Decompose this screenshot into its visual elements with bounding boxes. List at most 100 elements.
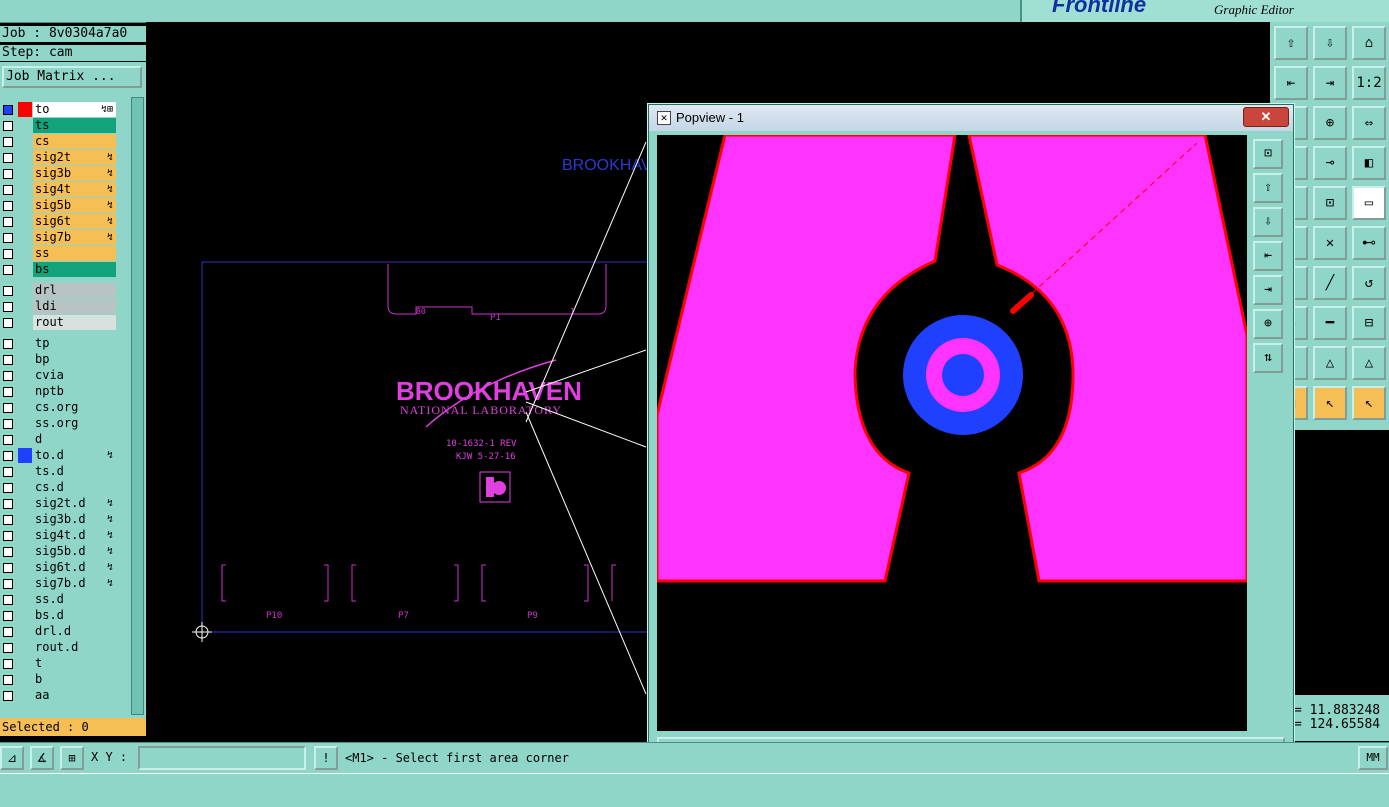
layer-row-sig7b.d[interactable]: sig7b.d ↯ [0, 576, 118, 591]
layer-row-sig3b[interactable]: sig3b ↯ [0, 166, 118, 181]
tool-button-1[interactable]: ⇩ [1313, 26, 1347, 60]
popview-tool-right[interactable]: ⇥ [1253, 275, 1283, 305]
tool-button-26[interactable]: △ [1352, 346, 1386, 380]
layer-row-b[interactable]: b [0, 672, 118, 687]
layer-row-aa[interactable]: aa [0, 688, 118, 703]
layer-name[interactable]: ldi [33, 299, 116, 314]
layer-checkbox[interactable] [3, 105, 13, 115]
layer-checkbox[interactable] [3, 531, 13, 541]
tool-button-13[interactable]: ⊡ [1313, 186, 1347, 220]
layer-name[interactable]: nptb [33, 384, 116, 399]
close-icon[interactable]: ✕ [1243, 107, 1289, 127]
layer-row-sig2t[interactable]: sig2t ↯ [0, 150, 118, 165]
layer-row-d[interactable]: d [0, 432, 118, 447]
tool-button-2[interactable]: ⌂ [1352, 26, 1386, 60]
tool-button-16[interactable]: ✕ [1313, 226, 1347, 260]
layer-row-sig6t[interactable]: sig6t ↯ [0, 214, 118, 229]
tool-button-7[interactable]: ⊕ [1313, 106, 1347, 140]
layer-checkbox[interactable] [3, 318, 13, 328]
layer-name[interactable]: b [33, 672, 116, 687]
layer-scrollbar[interactable] [131, 97, 144, 715]
layer-name[interactable]: bp [33, 352, 116, 367]
tool-button-10[interactable]: ⊸ [1313, 146, 1347, 180]
snap-icon[interactable]: ⊿ [0, 746, 24, 770]
popview-canvas[interactable] [657, 135, 1247, 731]
popview-tool-left[interactable]: ⇤ [1253, 241, 1283, 271]
layer-name[interactable]: bs [33, 262, 116, 277]
layer-name[interactable]: ss [33, 246, 116, 261]
layer-name[interactable]: ts [33, 118, 116, 133]
layer-row-ss[interactable]: ss [0, 246, 118, 261]
layer-checkbox[interactable] [3, 451, 13, 461]
layer-name[interactable]: sig4t ↯ [33, 182, 116, 197]
layer-row-cs[interactable]: cs [0, 134, 118, 149]
layer-checkbox[interactable] [3, 185, 13, 195]
layer-name[interactable]: ss.d [33, 592, 116, 607]
job-matrix-button[interactable]: Job Matrix ... [2, 66, 142, 88]
popview-tool-fit[interactable]: ⊡ [1253, 139, 1283, 169]
layer-row-rout[interactable]: rout [0, 315, 118, 330]
layer-row-rout.d[interactable]: rout.d [0, 640, 118, 655]
layer-name[interactable]: sig7b ↯ [33, 230, 116, 245]
layer-row-sig4t[interactable]: sig4t ↯ [0, 182, 118, 197]
layer-checkbox[interactable] [3, 419, 13, 429]
tool-button-25[interactable]: △ [1313, 346, 1347, 380]
layer-name[interactable]: sig5b ↯ [33, 198, 116, 213]
layer-name[interactable]: drl.d [33, 624, 116, 639]
layer-row-nptb[interactable]: nptb [0, 384, 118, 399]
layer-row-cs.d[interactable]: cs.d [0, 480, 118, 495]
layer-name[interactable]: cs.d [33, 480, 116, 495]
layer-checkbox[interactable] [3, 579, 13, 589]
layer-checkbox[interactable] [3, 515, 13, 525]
layer-name[interactable]: t [33, 656, 116, 671]
xy-input[interactable] [138, 746, 306, 770]
layer-row-ts[interactable]: ts [0, 118, 118, 133]
layer-name[interactable]: cs.org [33, 400, 116, 415]
popview-titlebar[interactable]: ✕ Popview - 1 ✕ [649, 105, 1293, 131]
measure-icon[interactable]: ∡ [30, 746, 54, 770]
grid-icon[interactable]: ⊞ [60, 746, 84, 770]
layer-name[interactable]: tp [33, 336, 116, 351]
tool-button-19[interactable]: ╱ [1313, 266, 1347, 300]
tool-button-22[interactable]: ━ [1313, 306, 1347, 340]
layer-row-t[interactable]: t [0, 656, 118, 671]
popview-tool-zoom-vertical[interactable]: ⇅ [1253, 343, 1283, 373]
layer-checkbox[interactable] [3, 691, 13, 701]
tool-button-23[interactable]: ⊟ [1352, 306, 1386, 340]
layer-row-sig7b[interactable]: sig7b ↯ [0, 230, 118, 245]
layer-row-ldi[interactable]: ldi [0, 299, 118, 314]
layer-row-ts.d[interactable]: ts.d [0, 464, 118, 479]
layer-name[interactable]: sig5b.d ↯ [33, 544, 116, 559]
layer-name[interactable]: sig2t ↯ [33, 150, 116, 165]
layer-checkbox[interactable] [3, 339, 13, 349]
layer-checkbox[interactable] [3, 233, 13, 243]
tool-button-11[interactable]: ◧ [1352, 146, 1386, 180]
layer-name[interactable]: to ↯⊞ [33, 102, 116, 117]
layer-row-drl[interactable]: drl [0, 283, 118, 298]
layer-checkbox[interactable] [3, 499, 13, 509]
layer-name[interactable]: sig2t.d ↯ [33, 496, 116, 511]
layer-checkbox[interactable] [3, 483, 13, 493]
tool-button-0[interactable]: ⇧ [1274, 26, 1308, 60]
popview-tool-down[interactable]: ⇩ [1253, 207, 1283, 237]
layer-checkbox[interactable] [3, 355, 13, 365]
tool-button-20[interactable]: ↺ [1352, 266, 1386, 300]
layer-name[interactable]: sig3b ↯ [33, 166, 116, 181]
layer-row-ss.org[interactable]: ss.org [0, 416, 118, 431]
layer-name[interactable]: sig6t.d ↯ [33, 560, 116, 575]
layer-checkbox[interactable] [3, 371, 13, 381]
layer-checkbox[interactable] [3, 643, 13, 653]
layer-row-sig5b.d[interactable]: sig5b.d ↯ [0, 544, 118, 559]
popview-tool-zoom[interactable]: ⊕ [1253, 309, 1283, 339]
layer-name[interactable]: bs.d [33, 608, 116, 623]
warning-button[interactable]: ! [314, 746, 338, 770]
layer-row-drl.d[interactable]: drl.d [0, 624, 118, 639]
layer-checkbox[interactable] [3, 563, 13, 573]
layer-checkbox[interactable] [3, 137, 13, 147]
layer-checkbox[interactable] [3, 217, 13, 227]
layer-checkbox[interactable] [3, 595, 13, 605]
layer-name[interactable]: rout.d [33, 640, 116, 655]
tool-button-17[interactable]: ⊷ [1352, 226, 1386, 260]
layer-name[interactable]: d [33, 432, 116, 447]
layer-row-sig6t.d[interactable]: sig6t.d ↯ [0, 560, 118, 575]
